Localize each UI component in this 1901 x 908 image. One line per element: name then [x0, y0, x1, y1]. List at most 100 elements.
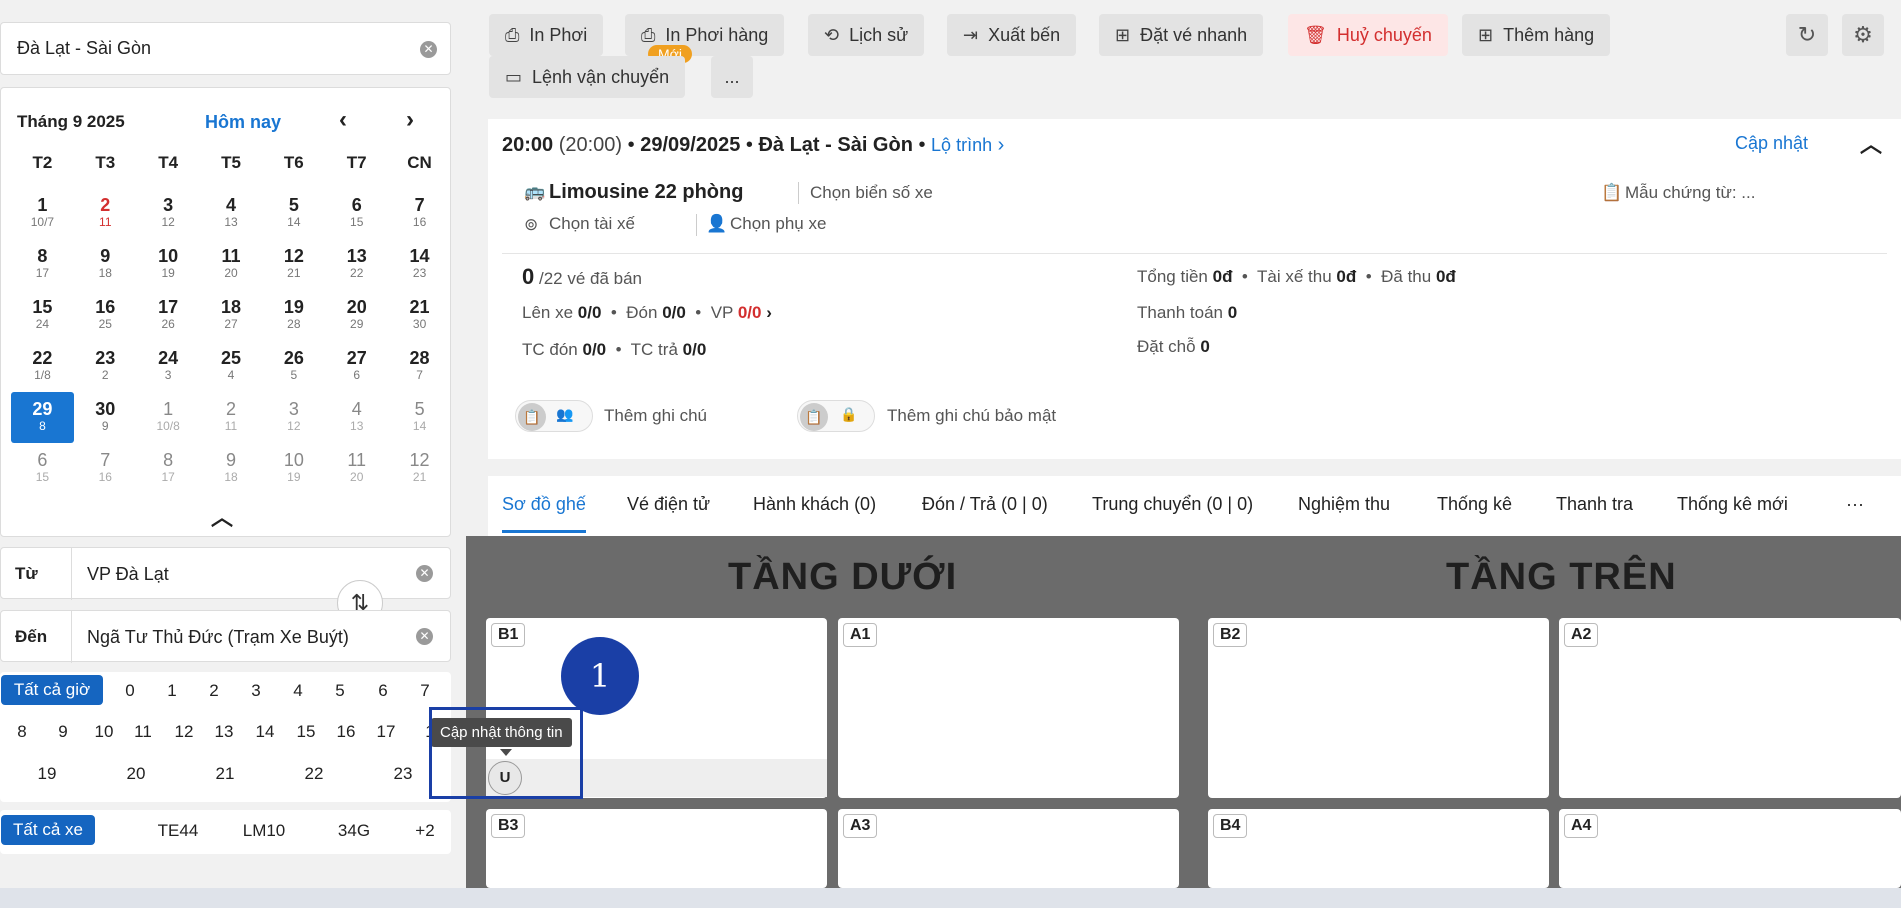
- calendar-day[interactable]: 5 14: [262, 188, 325, 239]
- gear-icon[interactable]: ⚙: [1842, 14, 1884, 56]
- calendar-day[interactable]: 6 15: [325, 188, 388, 239]
- calendar-day[interactable]: 18 27: [200, 290, 263, 341]
- hour-chip[interactable]: 3: [241, 681, 271, 701]
- calendar-day[interactable]: 3 12: [262, 392, 325, 443]
- all-hours-button[interactable]: Tất cả giờ: [1, 675, 103, 705]
- more-actions-button[interactable]: ...: [711, 56, 753, 98]
- tab-3[interactable]: Đón / Trả (0 | 0): [922, 494, 1048, 515]
- vehicle-type[interactable]: Limousine 22 phòng: [549, 181, 743, 204]
- secure-note-toggle[interactable]: 📋 🔒: [797, 400, 875, 432]
- hour-chip[interactable]: 14: [249, 722, 281, 742]
- seat-card[interactable]: A2: [1559, 618, 1901, 798]
- plate-select[interactable]: Chọn biển số xe: [810, 183, 933, 203]
- tab-5[interactable]: Nghiệm thu: [1298, 494, 1390, 515]
- calendar-day[interactable]: 6 15: [11, 443, 74, 494]
- tab-7[interactable]: Thanh tra: [1556, 494, 1633, 515]
- from-field[interactable]: Từ VP Đà Lạt ✕: [0, 547, 451, 600]
- assistant-select[interactable]: Chọn phụ xe: [730, 214, 826, 234]
- all-vehicles-button[interactable]: Tất cả xe: [1, 815, 95, 845]
- calendar-day[interactable]: 27 6: [325, 341, 388, 392]
- hour-chip[interactable]: 19: [27, 764, 67, 784]
- calendar-day[interactable]: 8 17: [137, 443, 200, 494]
- hour-chip[interactable]: 2: [199, 681, 229, 701]
- calendar-day[interactable]: 24 3: [137, 341, 200, 392]
- hour-chip[interactable]: 6: [368, 681, 398, 701]
- clear-to-icon[interactable]: ✕: [416, 628, 433, 645]
- calendar-day[interactable]: 17 26: [137, 290, 200, 341]
- calendar-day[interactable]: 29 8: [11, 392, 74, 443]
- vehicle-chip[interactable]: LM10: [234, 821, 294, 841]
- calendar-day[interactable]: 9 18: [200, 443, 263, 494]
- calendar-day[interactable]: 14 23: [388, 239, 451, 290]
- seat-card[interactable]: A1: [838, 618, 1179, 798]
- hour-chip[interactable]: 12: [168, 722, 200, 742]
- vehicle-chip[interactable]: +2: [395, 821, 455, 841]
- next-month-icon[interactable]: ›: [406, 106, 414, 134]
- hour-chip[interactable]: 22: [294, 764, 334, 784]
- calendar-day[interactable]: 21 30: [388, 290, 451, 341]
- calendar-day[interactable]: 2 11: [74, 188, 137, 239]
- seat-card[interactable]: B2: [1208, 618, 1549, 798]
- calendar-day[interactable]: 8 17: [11, 239, 74, 290]
- add-cargo-button[interactable]: ⊞ Thêm hàng: [1462, 14, 1611, 56]
- calendar-day[interactable]: 9 18: [74, 239, 137, 290]
- hour-chip[interactable]: 10: [88, 722, 120, 742]
- seat-card[interactable]: B4: [1208, 809, 1549, 888]
- driver-select[interactable]: Chọn tài xế: [549, 214, 635, 234]
- template-select[interactable]: Mẫu chứng từ: ...: [1625, 183, 1755, 203]
- hour-chip[interactable]: 15: [290, 722, 322, 742]
- calendar-day[interactable]: 22 1/8: [11, 341, 74, 392]
- route-link[interactable]: Lộ trình: [931, 135, 992, 155]
- to-field[interactable]: Đến Ngã Tư Thủ Đức (Trạm Xe Buýt) ✕: [0, 610, 451, 663]
- calendar-day[interactable]: 12 21: [262, 239, 325, 290]
- calendar-day[interactable]: 7 16: [74, 443, 137, 494]
- update-button[interactable]: Cập nhật: [1735, 133, 1808, 154]
- chevron-up-icon[interactable]: ︿: [1860, 127, 1882, 159]
- hour-chip[interactable]: 16: [330, 722, 362, 742]
- hour-chip[interactable]: 0: [115, 681, 145, 701]
- calendar-day[interactable]: 10 19: [262, 443, 325, 494]
- calendar-day[interactable]: 26 5: [262, 341, 325, 392]
- calendar-day[interactable]: 12 21: [388, 443, 451, 494]
- calendar-day[interactable]: 23 2: [74, 341, 137, 392]
- hour-chip[interactable]: 8: [6, 722, 38, 742]
- note-toggle[interactable]: 📋 👥: [515, 400, 593, 432]
- tab-2[interactable]: Hành khách (0): [753, 494, 876, 515]
- seat-card[interactable]: B3: [486, 809, 827, 888]
- tab-6[interactable]: Thống kê: [1437, 494, 1512, 515]
- calendar-day[interactable]: 13 22: [325, 239, 388, 290]
- tab-0[interactable]: Sơ đồ ghế: [502, 494, 586, 515]
- hour-chip[interactable]: 21: [205, 764, 245, 784]
- hour-chip[interactable]: 23: [383, 764, 423, 784]
- hour-chip[interactable]: 17: [370, 722, 402, 742]
- calendar-day[interactable]: 5 14: [388, 392, 451, 443]
- cancel-trip-button[interactable]: 🗑 Huỷ chuyến: [1288, 14, 1448, 56]
- chevron-right-icon[interactable]: ›: [766, 303, 772, 322]
- hour-chip[interactable]: 5: [325, 681, 355, 701]
- hour-chip[interactable]: 1: [157, 681, 187, 701]
- vehicle-chip[interactable]: 34G: [324, 821, 384, 841]
- calendar-day[interactable]: 15 24: [11, 290, 74, 341]
- collapse-calendar-icon[interactable]: ︿: [211, 500, 233, 532]
- calendar-day[interactable]: 11 20: [325, 443, 388, 494]
- calendar-day[interactable]: 4 13: [200, 188, 263, 239]
- tab-4[interactable]: Trung chuyển (0 | 0): [1092, 494, 1253, 515]
- vehicle-chip[interactable]: TE44: [148, 821, 208, 841]
- tab-8[interactable]: Thống kê mới: [1677, 494, 1788, 515]
- hour-chip[interactable]: 13: [208, 722, 240, 742]
- today-button[interactable]: Hôm nay: [205, 112, 281, 133]
- hour-chip[interactable]: 20: [116, 764, 156, 784]
- add-secure-note-button[interactable]: Thêm ghi chú bảo mật: [887, 406, 1056, 426]
- prev-month-icon[interactable]: ‹: [339, 106, 347, 134]
- depart-button[interactable]: ⇥ Xuất bến: [947, 14, 1077, 56]
- seat-card[interactable]: A3: [838, 809, 1179, 888]
- calendar-day[interactable]: 20 29: [325, 290, 388, 341]
- add-note-button[interactable]: Thêm ghi chú: [604, 406, 707, 426]
- route-select[interactable]: Đà Lạt - Sài Gòn ✕: [0, 22, 451, 75]
- hour-chip[interactable]: 11: [127, 722, 159, 742]
- calendar-day[interactable]: 1 10/7: [11, 188, 74, 239]
- refresh-icon[interactable]: ↻: [1786, 14, 1828, 56]
- calendar-day[interactable]: 11 20: [200, 239, 263, 290]
- tab-1[interactable]: Vé điện tử: [627, 494, 710, 515]
- calendar-day[interactable]: 25 4: [200, 341, 263, 392]
